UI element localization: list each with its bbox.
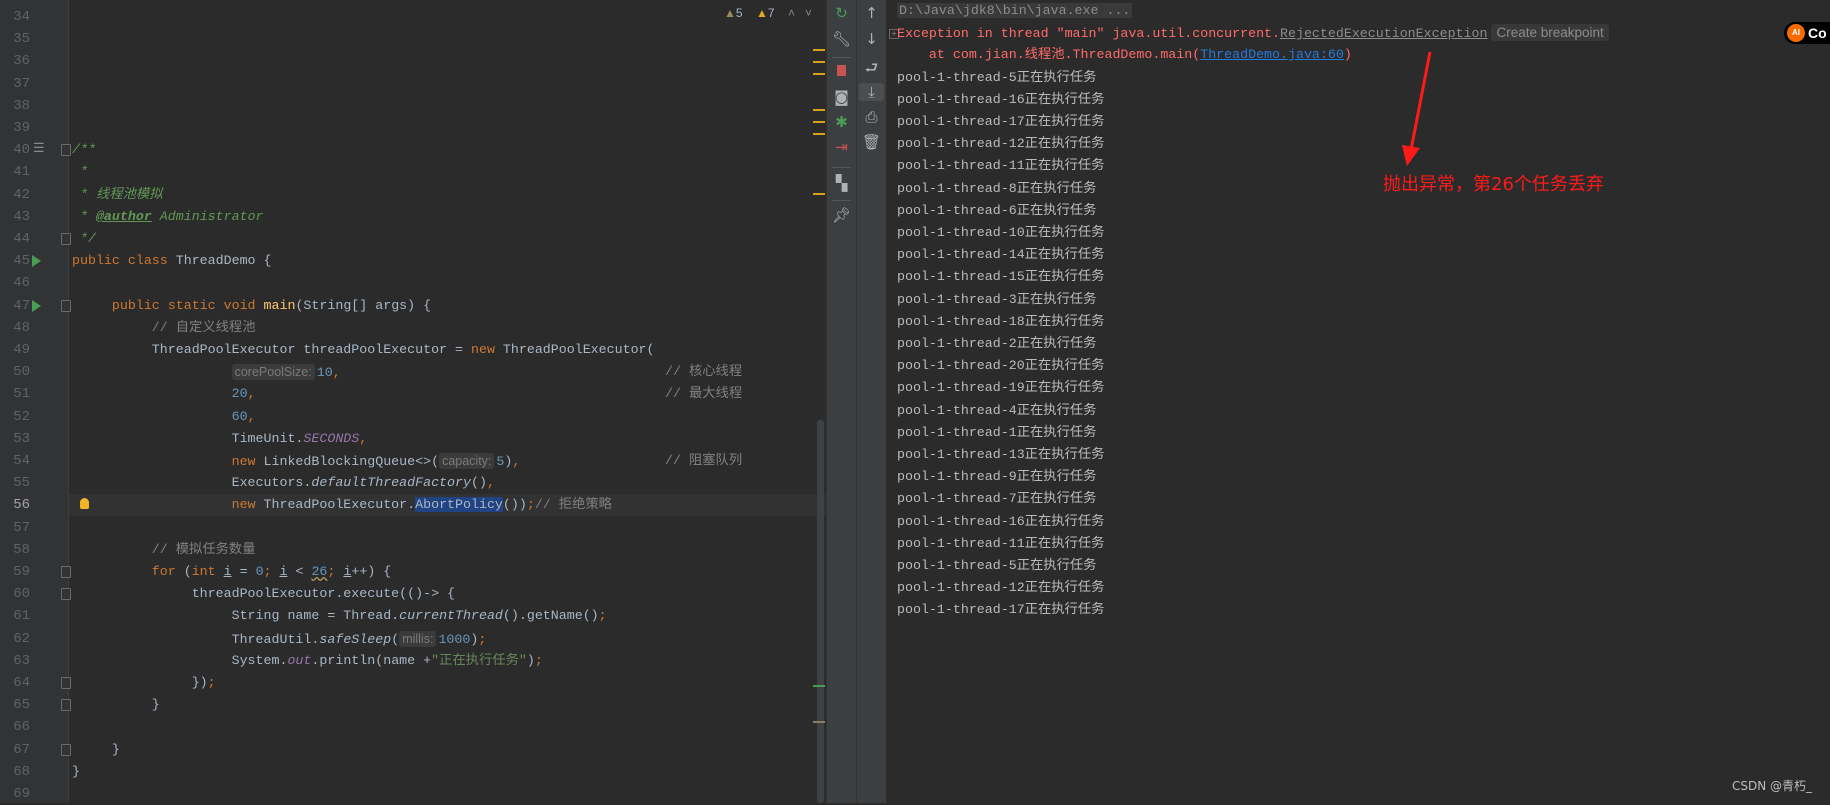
annotation-arrow xyxy=(1402,51,1432,166)
annotation-text: 抛出异常，第26个任务丢弃 xyxy=(1383,174,1604,195)
watermark: CSDN @青朽_ xyxy=(1732,779,1813,793)
